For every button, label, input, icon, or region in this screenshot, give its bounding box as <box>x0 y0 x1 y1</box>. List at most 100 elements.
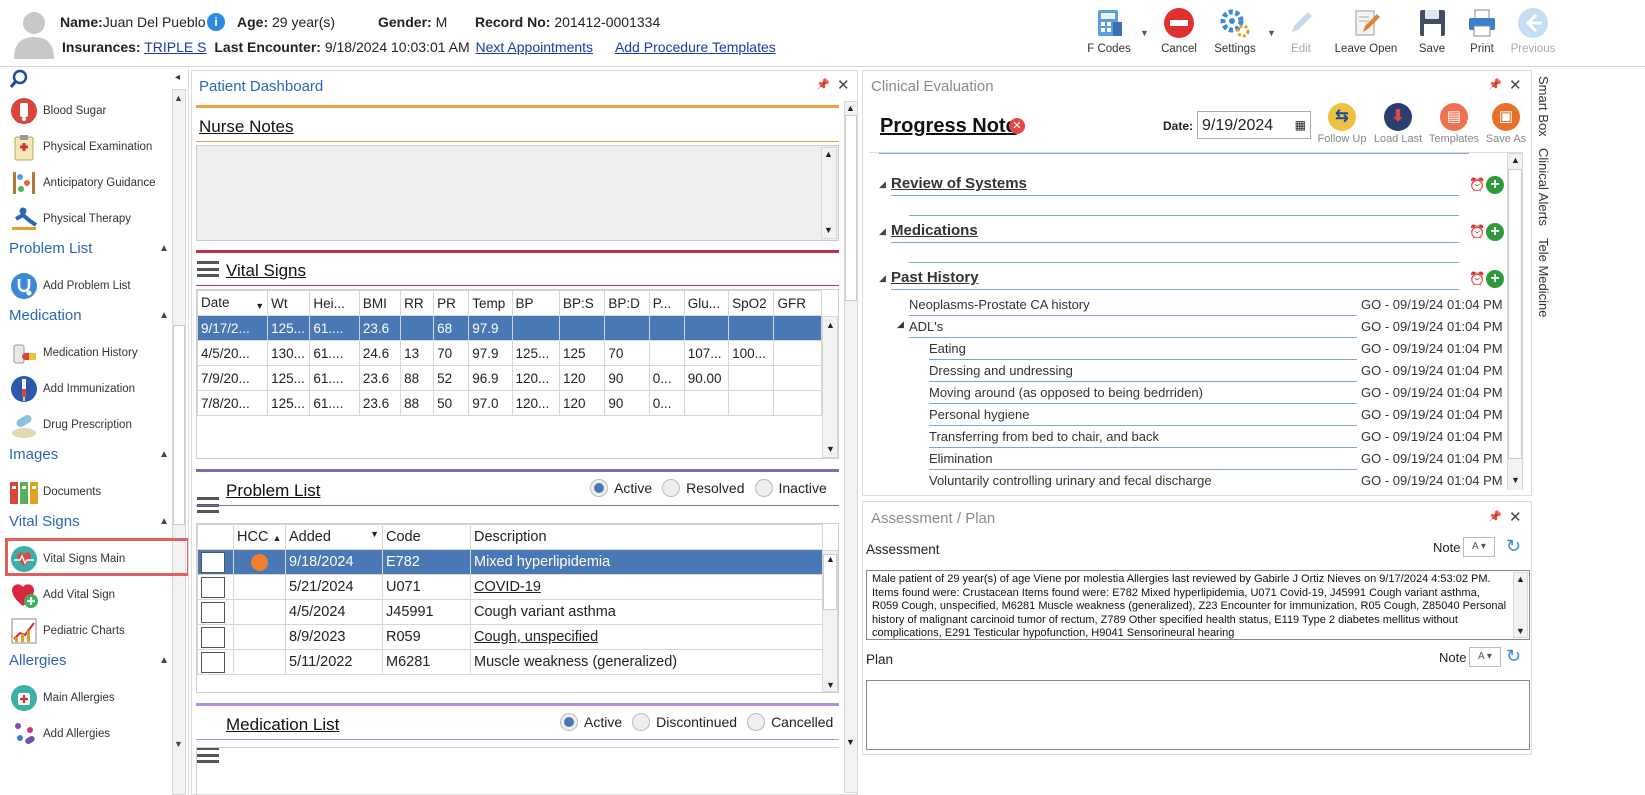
expand-adl-icon[interactable]: ◢ <box>897 319 904 330</box>
chevron-up-icon[interactable]: ▲ <box>159 243 169 254</box>
radio-active[interactable]: Active <box>590 479 652 497</box>
nav-main-allergies[interactable]: Main Allergies <box>9 682 115 714</box>
row-checkbox[interactable] <box>201 576 225 598</box>
assessment-textarea[interactable]: Male patient of 29 year(s) of age Viene … <box>866 570 1530 640</box>
history-row[interactable]: Eating GO - 09/19/24 01:04 PM <box>869 338 1505 360</box>
save-as-button[interactable]: ▣ Save As <box>1479 103 1533 145</box>
edit-button[interactable]: Edit <box>1282 6 1320 62</box>
section-title[interactable]: Past History <box>891 269 979 286</box>
scroll-up-icon[interactable]: ▲ <box>824 149 833 159</box>
nav-anticipatory-guidance[interactable]: Anticipatory Guidance <box>9 167 156 199</box>
column-header[interactable]: Date ▼ <box>197 290 269 316</box>
pin-icon[interactable]: 📌 <box>1488 78 1502 91</box>
table-row[interactable]: 5/21/2024 U071 COVID-19 <box>197 574 823 600</box>
problem-desc[interactable]: COVID-19 <box>470 574 823 600</box>
nav-physical-therapy[interactable]: Physical Therapy <box>9 203 131 235</box>
alarm-clock-icon[interactable]: ⏰ <box>1469 177 1485 193</box>
templates-button[interactable]: ▤ Templates <box>1427 103 1481 145</box>
info-icon[interactable]: i <box>207 13 225 31</box>
history-row[interactable]: Neoplasms-Prostate CA history GO - 09/19/… <box>869 294 1505 316</box>
column-header-hcc[interactable]: HCC ▲ <box>233 524 286 550</box>
chevron-up-icon[interactable]: ▲ <box>159 516 169 527</box>
date-input[interactable]: 9/19/2024 ▦ <box>1197 111 1311 139</box>
column-header[interactable]: Glu... <box>683 290 730 316</box>
save-button[interactable]: Save <box>1412 6 1452 62</box>
nav-scroll-thumb[interactable] <box>173 325 185 525</box>
row-checkbox[interactable] <box>201 626 225 648</box>
fcodes-button[interactable]: F Codes <box>1086 6 1132 62</box>
nav-scroll-down-icon[interactable]: ▼ <box>174 739 183 749</box>
nav-add-vital-sign[interactable]: Add Vital Sign <box>9 579 115 611</box>
scroll-down-icon[interactable]: ▼ <box>846 737 855 747</box>
settings-button[interactable]: Settings <box>1210 6 1260 62</box>
close-icon[interactable]: ✕ <box>837 76 850 94</box>
scroll-up-icon[interactable]: ▲ <box>846 103 855 113</box>
nav-vital-signs-main[interactable]: Vital Signs Main <box>9 543 125 575</box>
history-row[interactable]: ◢ ADL's GO - 09/19/24 01:04 PM <box>869 316 1505 338</box>
nav-section-problem-list[interactable]: Problem List ▲ <box>9 240 169 257</box>
column-header[interactable]: BMI <box>358 290 402 316</box>
row-checkbox[interactable] <box>201 651 225 673</box>
table-row[interactable]: 4/5/2024 J45991 Cough variant asthma <box>197 599 823 625</box>
table-row[interactable]: 9/18/2024 E782 Mixed hyperlipidemia <box>197 549 823 575</box>
nav-blood-sugar[interactable]: Blood Sugar <box>9 95 106 127</box>
section-title[interactable]: Review of Systems <box>891 175 1027 192</box>
plan-format-dropdown[interactable]: A ▾ <box>1469 647 1501 667</box>
nav-scroll-up-icon[interactable]: ▲ <box>174 93 183 103</box>
history-row[interactable]: Personal hygiene GO - 09/19/24 01:04 PM <box>869 404 1505 426</box>
nurse-notes-textarea[interactable] <box>196 145 839 241</box>
tab-smart-box[interactable]: Smart Box <box>1536 76 1551 137</box>
scroll-down-icon[interactable]: ▼ <box>826 680 835 690</box>
dashboard-scroll-thumb[interactable] <box>845 115 857 301</box>
add-entry-button[interactable]: + <box>1486 223 1504 241</box>
nav-drug-prescription[interactable]: Drug Prescription <box>9 409 132 441</box>
collapse-nav-icon[interactable]: ◂ <box>175 72 180 83</box>
remove-note-icon[interactable]: ✕ <box>1009 118 1025 134</box>
nav-section-allergies[interactable]: Allergies ▲ <box>9 652 169 669</box>
expand-section-icon[interactable]: ◢ <box>879 179 886 190</box>
column-header[interactable]: Wt <box>267 290 311 316</box>
scroll-down-icon[interactable]: ▼ <box>1511 475 1520 485</box>
fcodes-dropdown-icon[interactable]: ▼ <box>1140 28 1149 38</box>
calendar-icon[interactable]: ▦ <box>1295 118 1306 132</box>
history-row[interactable]: Dressing and undressing GO - 09/19/24 01:… <box>869 360 1505 382</box>
refresh-icon[interactable]: ↻ <box>1506 536 1521 557</box>
column-header[interactable]: SpO2 <box>728 290 775 316</box>
column-header[interactable]: BP:D <box>604 290 650 316</box>
cancel-button[interactable]: Cancel <box>1158 6 1200 62</box>
close-icon[interactable]: ✕ <box>1509 508 1522 526</box>
section-title[interactable]: Medications <box>891 222 978 239</box>
nav-section-images[interactable]: Images ▲ <box>9 446 169 463</box>
radio-discontinued[interactable]: Discontinued <box>632 713 737 731</box>
expand-section-icon[interactable]: ◢ <box>879 273 886 284</box>
follow-up-button[interactable]: ⇆ Follow Up <box>1315 103 1369 145</box>
leave-open-button[interactable]: Leave Open <box>1334 6 1398 62</box>
pin-icon[interactable]: 📌 <box>816 78 830 91</box>
vital-grid-scrollbar[interactable] <box>822 316 838 458</box>
history-row[interactable]: Voluntarily controlling urinary and feca… <box>869 470 1505 490</box>
table-row[interactable]: 8/9/2023 R059 Cough, unspecified <box>197 624 823 650</box>
add-entry-button[interactable]: + <box>1486 270 1504 288</box>
column-header[interactable]: RR <box>400 290 435 316</box>
search-icon[interactable] <box>9 69 29 89</box>
tab-clinical-alerts[interactable]: Clinical Alerts <box>1536 148 1551 226</box>
table-row[interactable]: 7/8/20... 125... 61.... 23.6 88 50 97.0 120... 1… <box>197 390 822 416</box>
radio-cancelled[interactable]: Cancelled <box>747 713 833 731</box>
column-header[interactable]: BP <box>511 290 560 316</box>
add-procedure-templates-link[interactable]: Add Procedure Templates <box>615 39 776 55</box>
column-header[interactable]: P... <box>648 290 685 316</box>
column-header[interactable]: Temp <box>468 290 513 316</box>
column-header[interactable]: BP:S <box>558 290 606 316</box>
clinical-scroll-thumb[interactable] <box>1508 169 1522 459</box>
radio-active[interactable]: Active <box>560 713 622 731</box>
history-row[interactable]: Transferring from bed to chair, and back… <box>869 426 1505 448</box>
nav-add-problem-list[interactable]: Add Problem List <box>9 270 131 302</box>
column-header[interactable]: PR <box>433 290 470 316</box>
table-row[interactable]: 7/9/20... 125... 61.... 23.6 88 52 96.9 120... 1… <box>197 365 822 391</box>
history-row[interactable]: Moving around (as opposed to being bedrr… <box>869 382 1505 404</box>
settings-dropdown-icon[interactable]: ▼ <box>1267 28 1276 38</box>
column-header-check[interactable] <box>197 524 234 550</box>
next-appointments-link[interactable]: Next Appointments <box>476 39 594 55</box>
history-row[interactable]: Elimination GO - 09/19/24 01:04 PM <box>869 448 1505 470</box>
refresh-icon[interactable]: ↻ <box>1506 646 1521 667</box>
